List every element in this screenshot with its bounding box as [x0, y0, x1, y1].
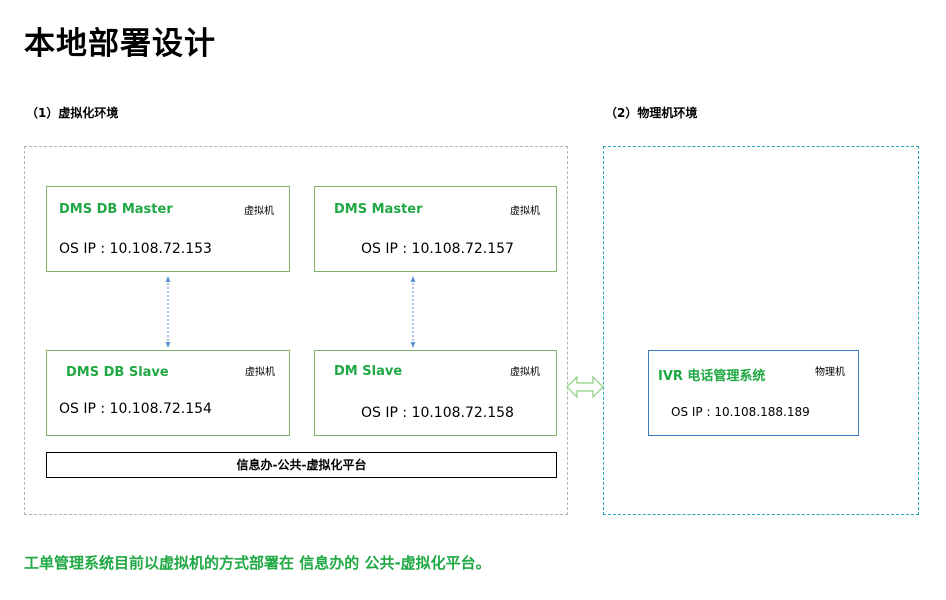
- node-type: 虚拟机: [510, 367, 540, 378]
- node-dms-master[interactable]: DMS Master 虚拟机 OS IP : 10.108.72.157: [314, 186, 557, 272]
- node-ip: OS IP : 10.108.72.157: [361, 241, 514, 257]
- node-type: 物理机: [815, 367, 845, 378]
- node-name: DMS DB Slave: [66, 365, 169, 380]
- node-type: 虚拟机: [245, 367, 275, 378]
- node-dms-db-slave[interactable]: DMS DB Slave 虚拟机 OS IP : 10.108.72.154: [46, 350, 290, 436]
- virtualization-platform-bar: 信息办-公共-虚拟化平台: [46, 452, 557, 478]
- footer-note: 工单管理系统目前以虚拟机的方式部署在 信息办的 公共-虚拟化平台。: [24, 554, 491, 572]
- node-type: 虚拟机: [510, 206, 540, 217]
- node-ip: OS IP : 10.108.72.158: [361, 405, 514, 421]
- node-ip: OS IP : 10.108.188.189: [671, 405, 810, 419]
- node-dms-db-master[interactable]: DMS DB Master 虚拟机 OS IP : 10.108.72.153: [46, 186, 290, 272]
- node-name: DMS Master: [334, 202, 423, 217]
- node-ip: OS IP : 10.108.72.153: [59, 241, 212, 257]
- node-type: 虚拟机: [244, 206, 274, 217]
- node-ivr-phone-system[interactable]: IVR 电话管理系统 物理机 OS IP : 10.108.188.189: [648, 350, 859, 436]
- section-label-physical: （2）物理机环境: [605, 106, 698, 120]
- section-label-virtual: （1）虚拟化环境: [26, 106, 119, 120]
- node-name: DM Slave: [334, 364, 403, 379]
- bidirectional-link-arrow-icon: [566, 375, 604, 399]
- node-name: IVR 电话管理系统: [658, 369, 766, 384]
- node-dm-slave[interactable]: DM Slave 虚拟机 OS IP : 10.108.72.158: [314, 350, 557, 436]
- physical-environment-region: [603, 146, 919, 515]
- page-title: 本地部署设计: [24, 26, 216, 62]
- node-ip: OS IP : 10.108.72.154: [59, 401, 212, 417]
- node-name: DMS DB Master: [59, 202, 173, 217]
